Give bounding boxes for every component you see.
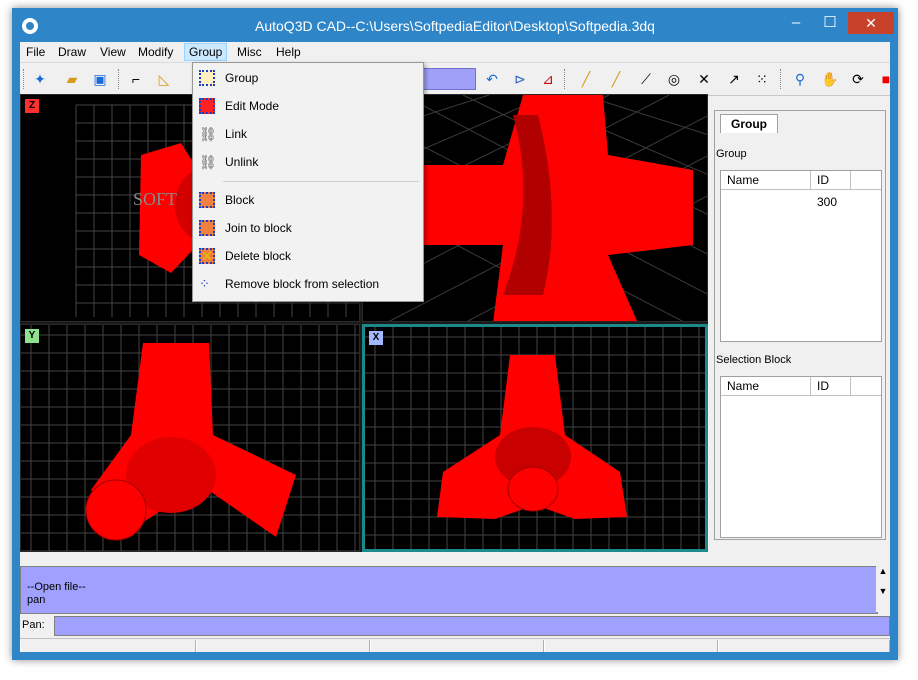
menu-item-label: Block	[225, 193, 255, 207]
group-row-id[interactable]: 300	[817, 195, 837, 209]
status-pane	[20, 640, 196, 652]
cross-icon[interactable]: ✕	[694, 69, 714, 89]
maximize-button[interactable]: ☐	[814, 12, 846, 34]
join-block-icon	[199, 220, 215, 236]
menu-item-label: Delete block	[225, 249, 292, 263]
undo-icon[interactable]: ↶	[482, 69, 502, 89]
toolbar-separator	[564, 69, 567, 89]
trim-icon[interactable]: ⊿	[538, 69, 558, 89]
zoom-icon[interactable]: ⚲	[790, 69, 810, 89]
viewport-side[interactable]: X	[362, 324, 708, 552]
unlink-icon: ⛓	[199, 154, 217, 170]
menu-item-link[interactable]: ⛓ Link	[193, 121, 423, 147]
menu-group[interactable]: Group	[184, 43, 228, 61]
console-output[interactable]: --Open file-- pan	[20, 566, 878, 614]
axis-z-badge: Z	[25, 99, 39, 113]
group-list-header: Name ID	[721, 171, 881, 190]
menu-misc[interactable]: Misc	[233, 44, 266, 60]
selection-block-label: Selection Block	[716, 354, 792, 366]
group-icon	[199, 70, 215, 86]
toolbar-grip	[23, 69, 26, 89]
remove-block-icon: ⁘	[199, 276, 210, 291]
app-window: AutoQ3D CAD--C:\Users\SoftpediaEditor\De…	[12, 8, 898, 660]
selection-list-header: Name ID	[721, 377, 881, 396]
menu-item-label: Remove block from selection	[225, 277, 380, 291]
menu-item-join-to-block[interactable]: Join to block	[193, 215, 423, 241]
command-label: Pan:	[22, 616, 52, 634]
console-scrollbar[interactable]: ▲ ▼	[876, 566, 890, 612]
close-button[interactable]: ✕	[848, 12, 894, 34]
link-icon: ⛓	[199, 126, 217, 142]
console-line: pan	[27, 594, 46, 606]
menu-item-label: Unlink	[225, 155, 259, 169]
line-extend-icon[interactable]: ⟋	[636, 69, 656, 89]
open-folder-icon[interactable]: ▰	[62, 69, 82, 89]
axis-y-badge: Y	[25, 329, 39, 343]
pan-hand-icon[interactable]: ✋	[820, 69, 840, 89]
minimize-button[interactable]: –	[780, 12, 812, 34]
toolbar-separator	[118, 69, 121, 89]
menu-item-unlink[interactable]: ⛓ Unlink	[193, 149, 423, 175]
menu-view[interactable]: View	[96, 44, 130, 60]
toolbar-separator	[780, 69, 783, 89]
group-label: Group	[716, 148, 747, 160]
selection-col-id[interactable]: ID	[811, 377, 851, 395]
line-icon[interactable]: ╱	[606, 69, 626, 89]
window-title: AutoQ3D CAD--C:\Users\SoftpediaEditor\De…	[255, 18, 655, 34]
status-pane	[196, 640, 370, 652]
arc-icon[interactable]: ↗	[724, 69, 744, 89]
menu-item-block[interactable]: Block	[193, 187, 423, 213]
viewport-front[interactable]: Y	[20, 324, 360, 552]
title-bar[interactable]: AutoQ3D CAD--C:\Users\SoftpediaEditor\De…	[12, 8, 898, 42]
watermark-text: SOFT	[133, 189, 177, 209]
viewport-side-canvas	[365, 327, 705, 549]
group-menu-dropdown: Group Edit Mode ⛓ Link ⛓ Unlink Block Jo	[192, 62, 424, 302]
new-file-icon[interactable]: ✦	[30, 69, 50, 89]
line-point-icon[interactable]: ╱	[576, 69, 596, 89]
menu-item-remove-block-from-selection[interactable]: ⁘ Remove block from selection	[193, 271, 423, 297]
menu-item-delete-block[interactable]: ✕ Delete block	[193, 243, 423, 269]
menu-draw[interactable]: Draw	[54, 44, 90, 60]
client-area: File Draw View Modify Group Misc Help ✦ …	[20, 42, 890, 652]
render-icon[interactable]: ■	[876, 69, 890, 89]
menu-item-label: Edit Mode	[225, 99, 280, 113]
group-col-id[interactable]: ID	[811, 171, 851, 189]
save-icon[interactable]: ▣	[90, 69, 110, 89]
menu-item-label: Join to block	[225, 221, 292, 235]
tab-group[interactable]: Group	[720, 114, 778, 133]
viewport-front-canvas	[21, 325, 359, 551]
group-list[interactable]: Name ID 300	[720, 170, 882, 342]
status-pane	[544, 640, 718, 652]
view-selector[interactable]	[420, 68, 476, 90]
delete-block-icon: ✕	[199, 248, 215, 264]
menu-bar: File Draw View Modify Group Misc Help	[20, 42, 890, 62]
selection-col-name[interactable]: Name	[721, 377, 811, 395]
selection-block-list[interactable]: Name ID	[720, 376, 882, 538]
polyline-icon[interactable]: ⌐	[126, 69, 146, 89]
circle-icon[interactable]: ◎	[664, 69, 684, 89]
menu-separator	[223, 181, 419, 182]
menu-help[interactable]: Help	[272, 44, 305, 60]
status-pane	[718, 640, 890, 652]
toolbar: ✦ ▰ ▣ ⌐ ◺ ↶ ⊳ ⊿ ╱ ╱ ⟋ ◎ ✕ ↗ ⁙ ⚲ ✋ ⟳ ■	[20, 62, 890, 96]
menu-item-group[interactable]: Group	[193, 65, 423, 91]
status-bar	[20, 638, 890, 652]
command-input[interactable]	[54, 616, 890, 636]
menu-item-label: Group	[225, 71, 259, 85]
console-line: --Open file--	[27, 581, 86, 593]
group-col-name[interactable]: Name	[721, 171, 811, 189]
status-pane	[370, 640, 544, 652]
block-icon	[199, 192, 215, 208]
group-panel: Group Group Name ID 300 Selection Block …	[710, 100, 890, 552]
menu-modify[interactable]: Modify	[134, 44, 177, 60]
edit-mode-icon	[199, 98, 215, 114]
menu-item-edit-mode[interactable]: Edit Mode	[193, 93, 423, 119]
axis-x-badge: X	[369, 331, 383, 345]
measure-icon[interactable]: ◺	[154, 69, 174, 89]
rotate-icon[interactable]: ⟳	[848, 69, 868, 89]
menu-item-label: Link	[225, 127, 248, 141]
grid-snap-icon[interactable]: ⁙	[752, 69, 772, 89]
mirror-icon[interactable]: ⊳	[510, 69, 530, 89]
menu-file[interactable]: File	[22, 44, 49, 60]
